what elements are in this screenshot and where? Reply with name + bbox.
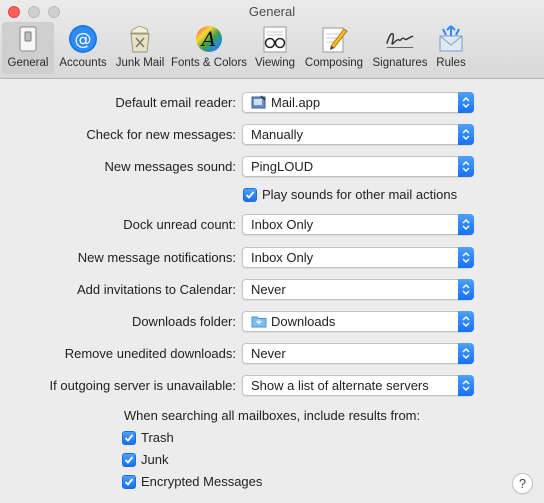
row-remove-unedited-downloads: Remove unedited downloads: Never xyxy=(0,343,544,367)
popup-arrows-icon xyxy=(458,214,474,235)
popup-arrows-icon xyxy=(458,247,474,268)
search-encrypted-checkbox[interactable] xyxy=(122,475,136,489)
search-encrypted-label: Encrypted Messages xyxy=(141,474,263,489)
popup-arrows-icon xyxy=(458,311,474,332)
preferences-toolbar: General @ Accounts Junk Mail A Fonts & C… xyxy=(2,22,470,78)
search-junk-checkbox[interactable] xyxy=(122,453,136,467)
svg-text:@: @ xyxy=(75,30,92,50)
default-email-reader-label: Default email reader: xyxy=(115,95,236,110)
row-check-new-messages: Check for new messages: Manually xyxy=(0,124,544,148)
check-new-messages-label: Check for new messages: xyxy=(86,127,236,142)
popup-arrows-icon xyxy=(458,92,474,113)
search-results-heading: When searching all mailboxes, include re… xyxy=(123,408,421,423)
row-add-invitations: Add invitations to Calendar: Never xyxy=(0,279,544,303)
new-messages-sound-popup[interactable]: PingLOUD xyxy=(242,156,474,177)
help-button[interactable]: ? xyxy=(512,473,533,494)
search-junk-checkbox-row[interactable]: Junk xyxy=(122,451,242,471)
signature-icon xyxy=(384,24,416,54)
search-trash-label: Trash xyxy=(141,430,174,445)
mail-app-icon xyxy=(251,95,267,110)
search-junk-label: Junk xyxy=(141,452,169,467)
row-new-message-notifications: New message notifications: Inbox Only xyxy=(0,247,544,271)
folder-icon xyxy=(251,314,267,329)
tab-viewing[interactable]: Viewing xyxy=(250,22,300,74)
tab-fonts-colors[interactable]: A Fonts & Colors xyxy=(168,22,250,74)
row-dock-unread-count: Dock unread count: Inbox Only xyxy=(0,214,544,238)
downloads-folder-label: Downloads folder: xyxy=(131,314,236,329)
at-sign-icon: @ xyxy=(67,24,99,54)
search-encrypted-checkbox-row[interactable]: Encrypted Messages xyxy=(122,473,292,493)
rules-envelope-icon xyxy=(435,24,467,54)
popup-arrows-icon xyxy=(458,156,474,177)
row-default-email-reader: Default email reader: Mail.app xyxy=(0,92,544,116)
dock-unread-count-label: Dock unread count: xyxy=(123,217,236,232)
tab-general[interactable]: General xyxy=(2,22,54,74)
search-trash-checkbox-row[interactable]: Trash xyxy=(122,429,242,449)
titlebar: General General @ Accounts Junk Mail A F… xyxy=(0,0,544,79)
general-switch-icon xyxy=(12,24,44,54)
new-message-notifications-label: New message notifications: xyxy=(77,250,236,265)
check-new-messages-popup[interactable]: Manually xyxy=(242,124,474,145)
remove-unedited-downloads-popup[interactable]: Never xyxy=(242,343,474,364)
tab-accounts[interactable]: @ Accounts xyxy=(54,22,112,74)
default-email-reader-popup[interactable]: Mail.app xyxy=(242,92,474,113)
svg-text:A: A xyxy=(200,27,216,51)
tab-junk-mail[interactable]: Junk Mail xyxy=(112,22,168,74)
tab-rules[interactable]: Rules xyxy=(432,22,470,74)
outgoing-server-unavailable-popup[interactable]: Show a list of alternate servers xyxy=(242,375,474,396)
new-message-notifications-popup[interactable]: Inbox Only xyxy=(242,247,474,268)
pencil-paper-icon xyxy=(318,24,350,54)
dock-unread-count-popup[interactable]: Inbox Only xyxy=(242,214,474,235)
window-title: General xyxy=(248,4,296,19)
general-settings-panel: Default email reader: Mail.app Check for… xyxy=(0,80,544,503)
add-invitations-popup[interactable]: Never xyxy=(242,279,474,300)
preferences-window: General General @ Accounts Junk Mail A F… xyxy=(0,0,544,503)
row-new-messages-sound: New messages sound: PingLOUD xyxy=(0,156,544,180)
tab-composing[interactable]: Composing xyxy=(300,22,368,74)
play-sounds-checkbox[interactable] xyxy=(243,188,257,202)
eyeglasses-icon xyxy=(259,24,291,54)
play-sounds-checkbox-row[interactable]: Play sounds for other mail actions xyxy=(243,186,483,206)
tab-signatures[interactable]: Signatures xyxy=(368,22,432,74)
popup-arrows-icon xyxy=(458,124,474,145)
remove-unedited-downloads-label: Remove unedited downloads: xyxy=(64,346,236,361)
play-sounds-label: Play sounds for other mail actions xyxy=(262,187,458,202)
row-downloads-folder: Downloads folder: Downloads xyxy=(0,311,544,335)
popup-arrows-icon xyxy=(458,343,474,364)
row-outgoing-server-unavailable: If outgoing server is unavailable: Show … xyxy=(0,375,544,399)
search-trash-checkbox[interactable] xyxy=(122,431,136,445)
popup-arrows-icon xyxy=(458,279,474,300)
fonts-colors-icon: A xyxy=(193,24,225,54)
add-invitations-label: Add invitations to Calendar: xyxy=(77,282,236,297)
outgoing-server-unavailable-label: If outgoing server is unavailable: xyxy=(49,378,236,393)
junk-trash-icon xyxy=(124,24,156,54)
new-messages-sound-label: New messages sound: xyxy=(104,159,236,174)
popup-arrows-icon xyxy=(458,375,474,396)
downloads-folder-popup[interactable]: Downloads xyxy=(242,311,474,332)
